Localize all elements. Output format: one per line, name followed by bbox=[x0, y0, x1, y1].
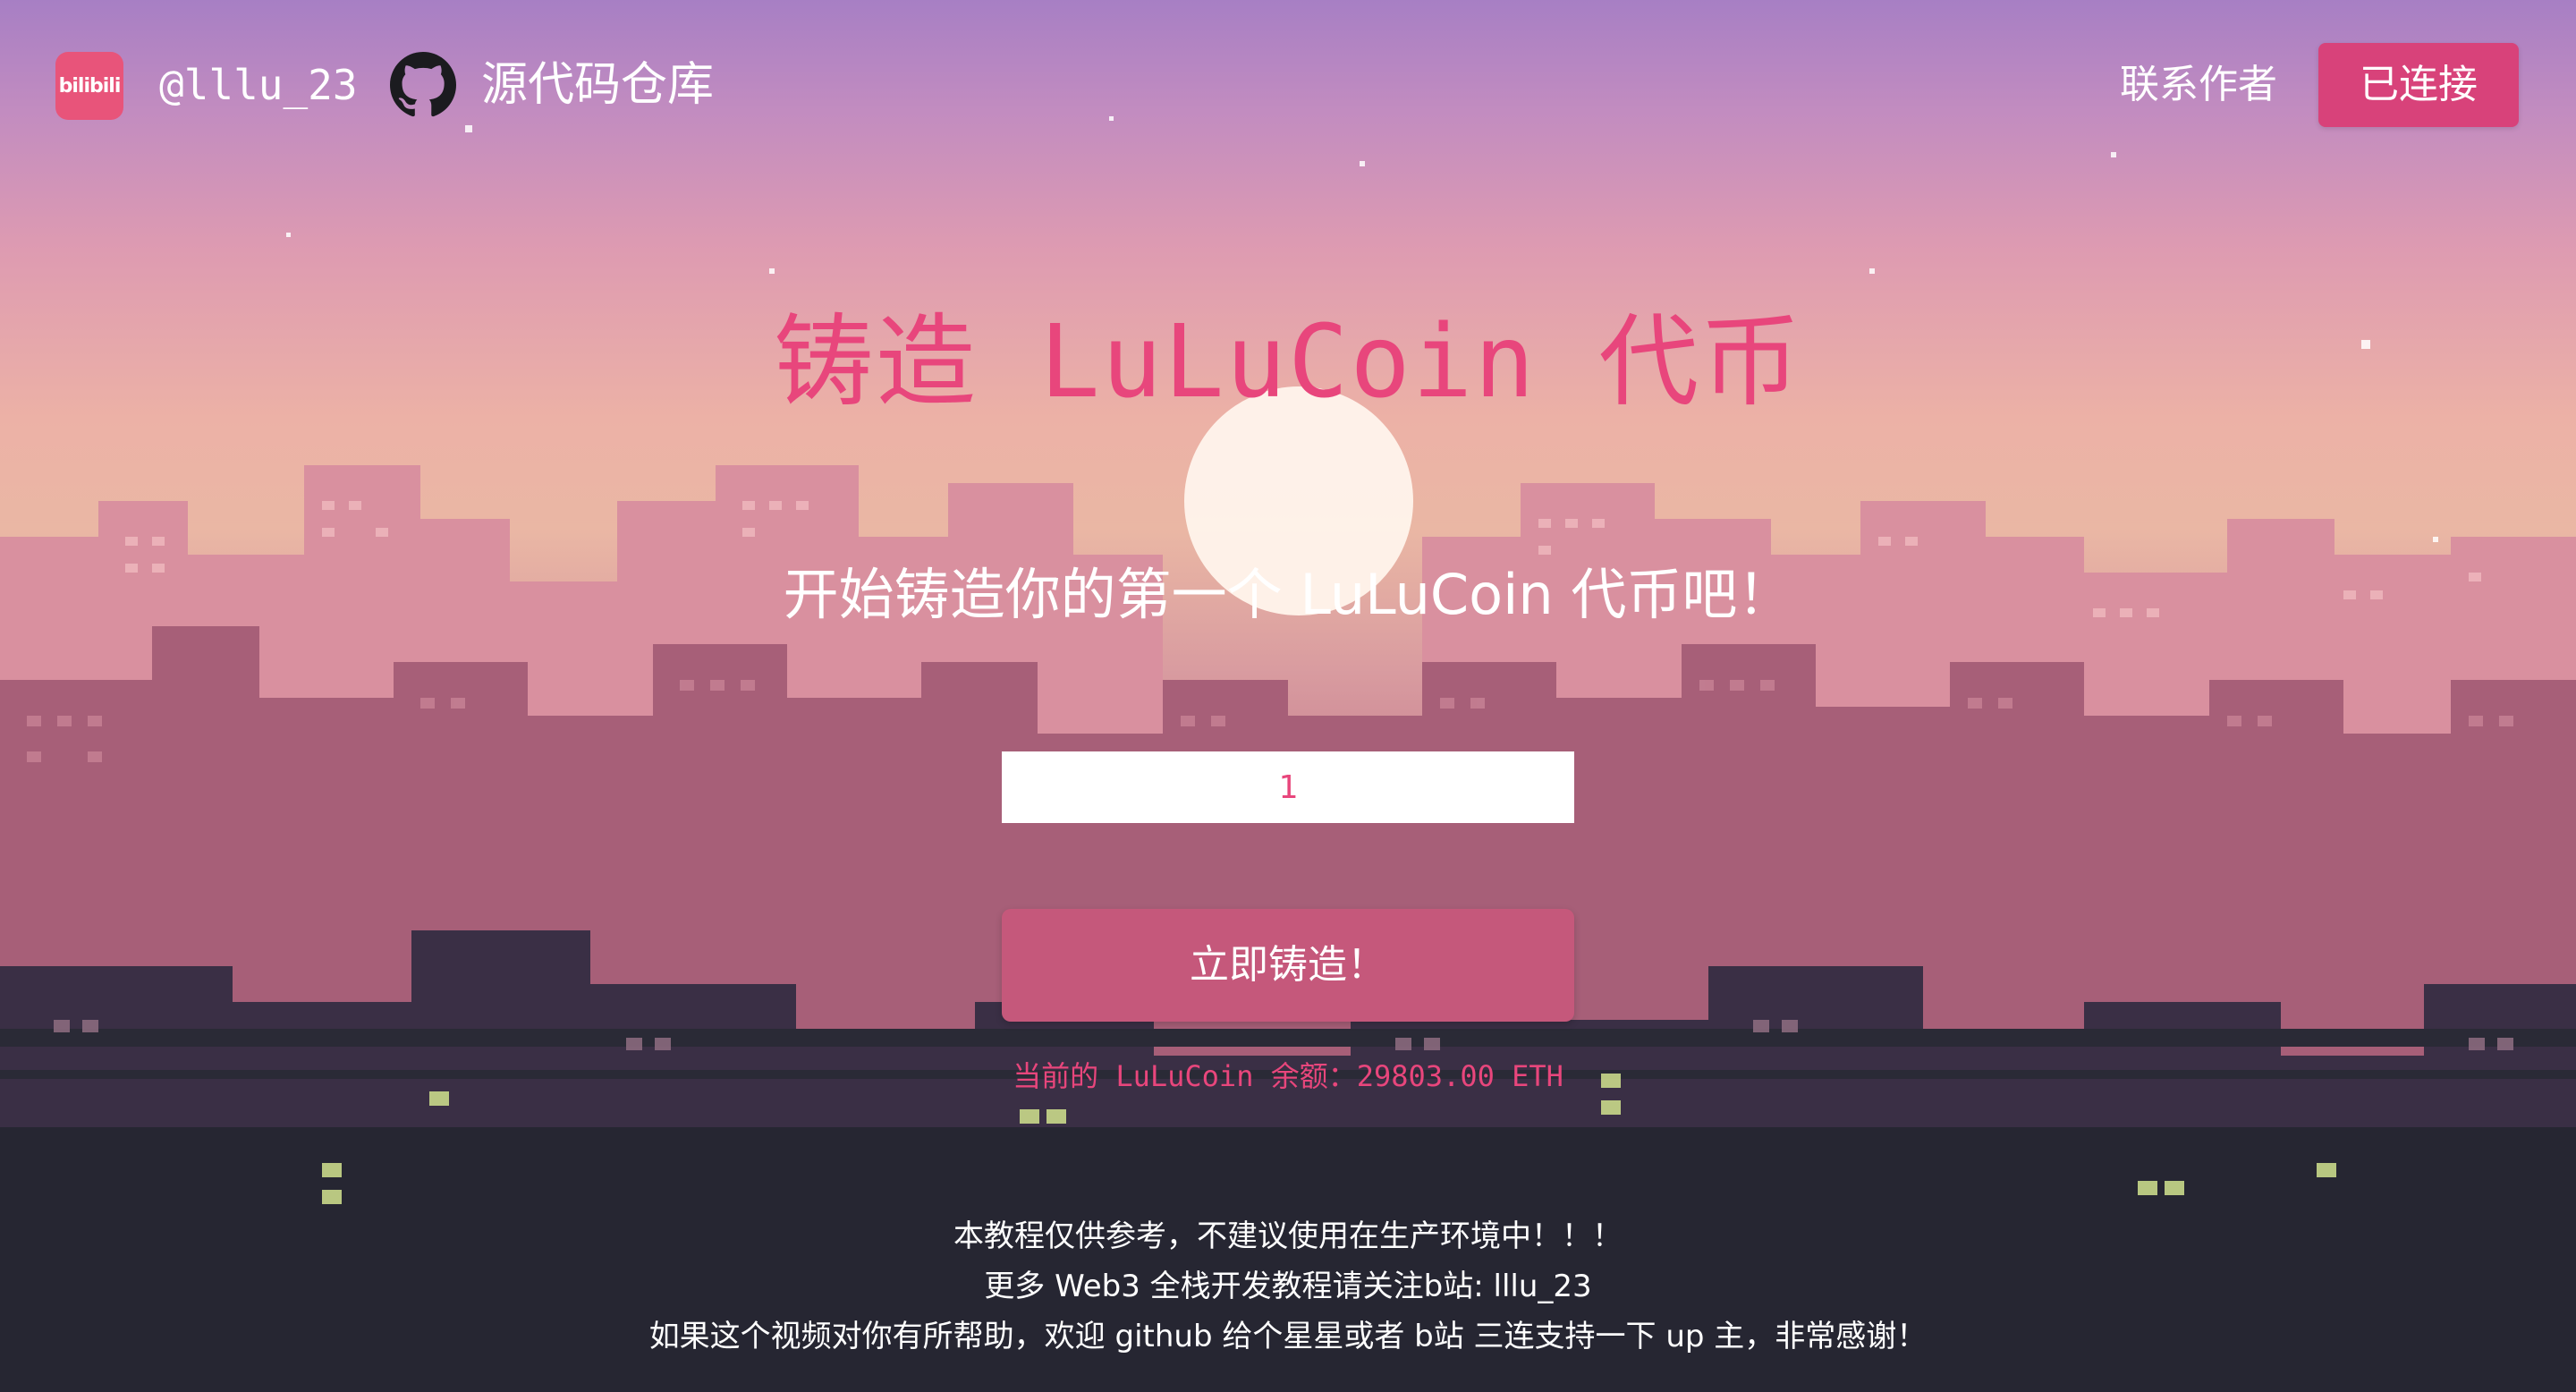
bilibili-logo-icon[interactable]: bilibili bbox=[55, 52, 123, 120]
balance-text: 当前的 LuLuCoin 余额：29803.00 ETH bbox=[1013, 1059, 1563, 1093]
wallet-connect-button[interactable]: 已连接 bbox=[2318, 43, 2519, 127]
footer-thanks-note: 如果这个视频对你有所帮助，欢迎 github 给个星星或者 b站 三连支持一下 … bbox=[648, 1319, 1928, 1354]
footer-follow-note: 更多 Web3 全栈开发教程请关注b站: lllu_23 bbox=[984, 1269, 1592, 1304]
footer-disclaimer: 本教程仅供参考，不建议使用在生产环境中！！！ bbox=[953, 1218, 1623, 1254]
page-title: 铸造 LuLuCoin 代币 bbox=[773, 304, 1803, 420]
page: bilibili @lllu_23 源代码仓库 联系作者 已连接 铸造 LuLu… bbox=[0, 0, 2576, 1392]
city-background-image bbox=[0, 116, 2576, 1392]
github-icon[interactable] bbox=[390, 52, 456, 118]
bilibili-logo-text: bilibili bbox=[58, 74, 122, 98]
top-navbar: bilibili @lllu_23 源代码仓库 联系作者 已连接 bbox=[0, 0, 2576, 170]
author-handle-link[interactable]: @lllu_23 bbox=[159, 54, 358, 116]
source-repo-link[interactable]: 源代码仓库 bbox=[481, 52, 714, 118]
mint-button[interactable]: 立即铸造！ bbox=[1002, 909, 1574, 1022]
mint-amount-input[interactable] bbox=[1002, 751, 1574, 823]
contact-author-link[interactable]: 联系作者 bbox=[2120, 52, 2277, 118]
page-subtitle: 开始铸造你的第一个 LuLuCoin 代币吧！ bbox=[783, 562, 1793, 627]
footer-notes: 本教程仅供参考，不建议使用在生产环境中！！！ 更多 Web3 全栈开发教程请关注… bbox=[0, 1211, 2576, 1362]
